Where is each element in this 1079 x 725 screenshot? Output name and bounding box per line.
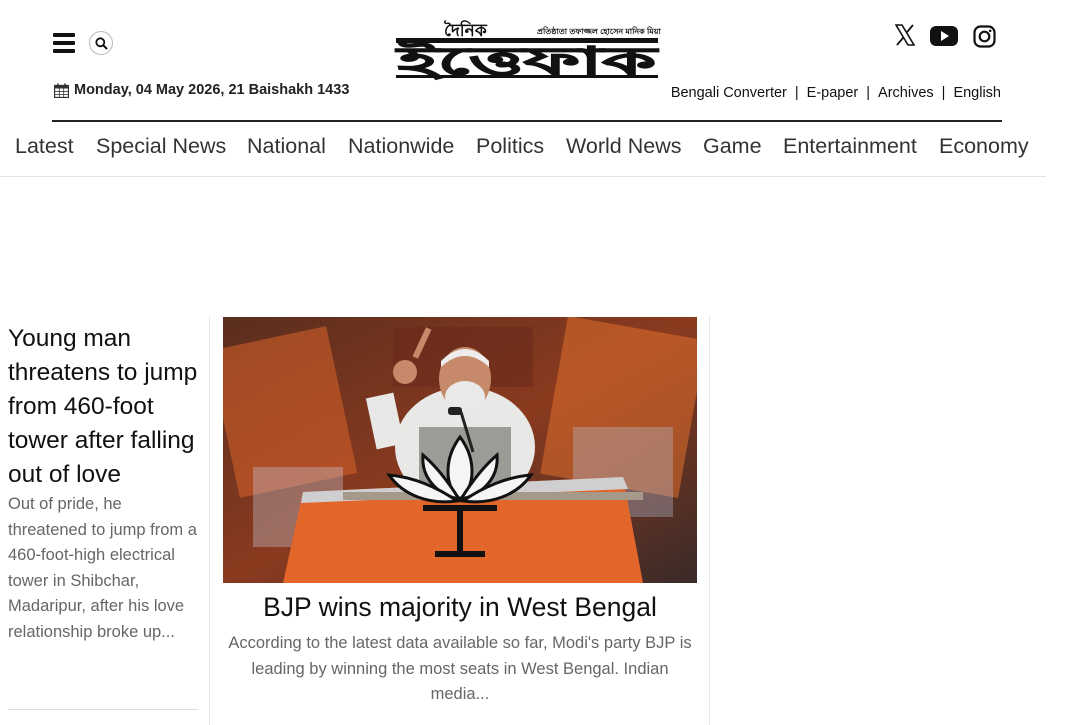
header-divider bbox=[52, 120, 1002, 122]
nav-item-economy[interactable]: Economy bbox=[939, 134, 1029, 159]
nav-item-special-news[interactable]: Special News bbox=[96, 134, 226, 159]
lead-story-summary: According to the latest data available s… bbox=[228, 634, 692, 703]
link-english[interactable]: English bbox=[953, 85, 1001, 101]
link-separator: | bbox=[941, 85, 946, 101]
nav-item-world-news[interactable]: World News bbox=[566, 134, 682, 159]
link-bengali-converter[interactable]: Bengali Converter bbox=[671, 85, 787, 101]
nav-item-nationwide[interactable]: Nationwide bbox=[348, 134, 454, 159]
column-divider bbox=[709, 316, 710, 725]
nav-item-latest[interactable]: Latest bbox=[15, 134, 74, 159]
top-links: Bengali Converter | E-paper | Archives | Engli… bbox=[671, 85, 1001, 101]
youtube-icon[interactable] bbox=[930, 26, 958, 51]
nav-item-game[interactable]: Game bbox=[703, 134, 762, 159]
story-divider bbox=[8, 709, 198, 710]
instagram-icon[interactable] bbox=[973, 25, 996, 53]
main-nav: Latest Special News National Nationwide … bbox=[0, 131, 1046, 177]
side-story[interactable]: Young man threatens to jump from 460-foo… bbox=[8, 322, 200, 645]
side-story-title[interactable]: Young man threatens to jump from 460-foo… bbox=[8, 322, 200, 492]
link-archives[interactable]: Archives bbox=[878, 85, 934, 101]
advertisement-banner[interactable] bbox=[135, 200, 920, 300]
hamburger-menu-icon[interactable] bbox=[53, 33, 75, 53]
site-header: দৈনিক ইত্তেফাক প্রতিষ্ঠাতা তফাজ্জল হোসেন… bbox=[0, 0, 1079, 122]
link-separator: | bbox=[794, 85, 799, 101]
logo-small-text: দৈনিক bbox=[443, 19, 488, 41]
date-text: Monday, 04 May 2026, 21 Baishakh 1433 bbox=[74, 82, 350, 98]
site-logo[interactable]: দৈনিক ইত্তেফাক প্রতিষ্ঠাতা তফাজ্জল হোসেন… bbox=[392, 18, 662, 84]
current-date: Monday, 04 May 2026, 21 Baishakh 1433 bbox=[54, 82, 349, 98]
lead-story-image[interactable] bbox=[223, 317, 697, 583]
nav-item-entertainment[interactable]: Entertainment bbox=[783, 134, 917, 159]
x-icon[interactable] bbox=[894, 24, 916, 51]
logo-tagline: প্রতিষ্ঠাতা তফাজ্জল হোসেন মানিক মিয়া bbox=[537, 27, 661, 36]
lead-story-title[interactable]: BJP wins majority in West Bengal bbox=[223, 592, 697, 623]
link-e-paper[interactable]: E-paper bbox=[807, 85, 859, 101]
search-icon bbox=[94, 36, 108, 50]
search-button[interactable] bbox=[89, 31, 113, 55]
side-story-summary: Out of pride, he threatened to jump from… bbox=[8, 495, 197, 641]
column-divider bbox=[209, 316, 210, 725]
calendar-icon bbox=[54, 83, 69, 98]
link-separator: | bbox=[866, 85, 871, 101]
nav-item-politics[interactable]: Politics bbox=[476, 134, 544, 159]
nav-item-national[interactable]: National bbox=[247, 134, 326, 159]
